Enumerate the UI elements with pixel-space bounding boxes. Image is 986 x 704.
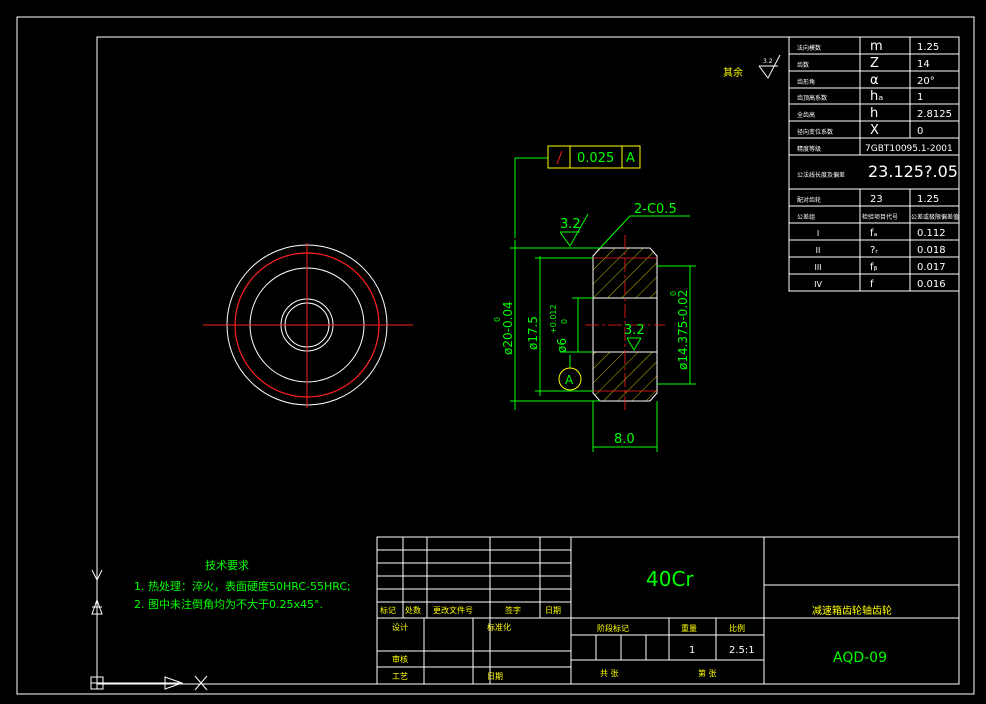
tb-total-sheets: 共 张 (600, 669, 619, 678)
param-symbol-5: X (870, 123, 879, 138)
param-symbol-3: hₐ (870, 89, 883, 104)
gear-end-view (203, 243, 413, 408)
tb-scale: 比例 (729, 623, 745, 633)
dim-root-upper: 0 (669, 291, 678, 296)
param-value-0: 1.25 (917, 42, 939, 53)
tb-sign: 签字 (505, 605, 521, 615)
dim-bore-tol-lower: 0 (560, 319, 569, 324)
drawing-number: AQD-09 (833, 650, 887, 666)
runout-tolerance: 0.025 (577, 151, 614, 166)
tb-standardize: 标准化 (487, 622, 511, 632)
tb-design: 设计 (392, 622, 408, 632)
param-symbol-9: 检验项目代号 (862, 213, 898, 221)
part-name: 减速箱齿轮轴齿轮 (812, 604, 892, 617)
runout-datum: A (626, 151, 635, 166)
tb-review: 审核 (392, 654, 408, 664)
param-name-11: II (816, 246, 821, 255)
param-value-10: 0.112 (917, 228, 946, 239)
param-symbol-4: h (870, 106, 878, 121)
param-symbol-13: f (870, 279, 874, 290)
tb-stage-mark: 阶段标记 (597, 623, 629, 633)
tb-mark: 标记 (380, 605, 396, 615)
param-name-10: I (817, 229, 819, 238)
param-name-1: 齿数 (797, 61, 809, 69)
param-value-8: 1.25 (917, 194, 939, 205)
tb-count: 处数 (405, 605, 421, 615)
param-symbol-1: Z (870, 56, 879, 71)
roughness-top-value: 3.2 (560, 217, 581, 232)
param-name-9: 公差组 (797, 213, 815, 221)
surface-symbol-value: 3.2 (763, 58, 773, 65)
param-name-7: 公法线长度及偏差 (797, 171, 845, 179)
cad-drawing: 其余 3.2 0.025 A 2-C0.5 3.2 3.2 A ø20-0.04… (16, 16, 975, 695)
param-symbol-11: ?ᵣ (870, 245, 878, 256)
surface-note: 其余 (723, 66, 743, 79)
tb-date: 日期 (545, 606, 561, 615)
tb-weight: 重量 (681, 623, 697, 633)
tb-sheet: 第 张 (698, 668, 717, 678)
roughness-bore-value: 3.2 (624, 323, 645, 338)
dim-d17: ø17.5 (526, 316, 540, 350)
param-name-4: 全齿高 (797, 111, 815, 119)
param-value-11: 0.018 (917, 245, 946, 256)
dim-outer-upper: 0 (493, 317, 502, 322)
param-symbol-8: 23 (870, 194, 883, 205)
param-value-9: 公差或极限偏差值 (911, 213, 959, 221)
param-value-5: 0 (917, 126, 923, 137)
param-value-4: 2.8125 (917, 109, 952, 120)
chamfer-note: 2-C0.5 (634, 202, 677, 217)
param-value-1: 14 (917, 59, 930, 70)
param-name-3: 齿顶高系数 (797, 94, 827, 102)
param-value-7: 23.125?.05 (868, 162, 958, 181)
tech-req-title: 技术要求 (205, 559, 249, 572)
tb-process: 工艺 (392, 672, 408, 681)
material: 40Cr (646, 567, 694, 591)
param-name-12: III (814, 263, 821, 272)
param-name-6: 精度等级 (797, 145, 821, 153)
dim-width: 8.0 (614, 432, 635, 447)
tech-req-item-1: 1. 热处理：淬火，表面硬度50HRC-55HRC; (134, 579, 351, 593)
dim-bore: ø6 (555, 338, 569, 353)
tb-scale-value: 2.5:1 (729, 645, 755, 656)
param-name-0: 法向模数 (797, 44, 821, 52)
datum-label: A (565, 373, 574, 387)
param-value-6: 7GBT10095.1-2001 (865, 144, 953, 154)
param-symbol-10: fₐ (870, 228, 878, 239)
param-symbol-12: fᵦ (870, 262, 878, 273)
param-table-rows: 法向模数 m 1.25 齿数 Z 14 齿形角 α 20° 齿顶高系数 hₐ 1 全齿高 h 2.8125 径… (797, 39, 959, 290)
param-value-12: 0.017 (917, 262, 946, 273)
param-name-13: IV (814, 280, 822, 289)
tech-req-item-2: 2. 图中未注倒角均为不大于0.25x45°. (134, 597, 323, 611)
param-symbol-0: m (870, 39, 883, 54)
param-symbol-2: α (870, 73, 879, 88)
param-name-8: 配对齿轮 (797, 196, 821, 204)
param-name-5: 径向变位系数 (797, 128, 833, 136)
tb-change-doc: 更改文件号 (433, 605, 473, 615)
param-name-2: 齿形角 (797, 78, 815, 86)
dim-root: ø14.375-0.02 (676, 290, 690, 370)
param-value-13: 0.016 (917, 279, 946, 290)
roughness-symbol-bore (626, 337, 642, 351)
tb-weight-value: 1 (689, 645, 695, 656)
dim-bore-tol-upper: +0.012 (549, 304, 558, 334)
param-value-3: 1 (917, 92, 923, 103)
dim-outer: ø20-0.04 (501, 301, 515, 355)
tb-approve: 日期 (487, 672, 503, 681)
param-value-2: 20° (917, 76, 935, 87)
